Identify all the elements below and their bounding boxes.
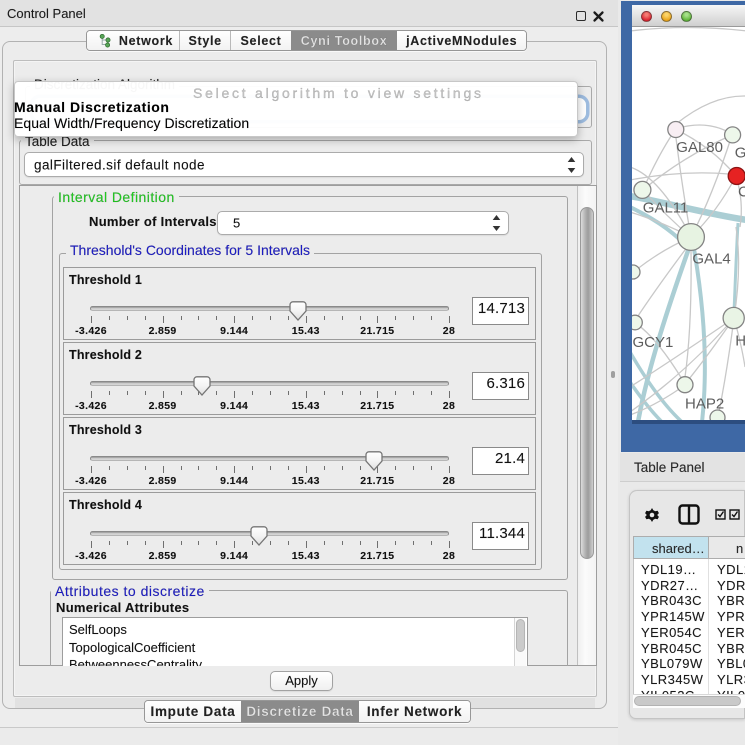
svg-text:GAL4: GAL4	[692, 251, 730, 268]
svg-text:GCY1: GCY1	[633, 334, 674, 351]
svg-text:GAL11: GAL11	[643, 200, 689, 217]
svg-text:GA: GA	[735, 145, 745, 162]
svg-text:HAP2: HAP2	[685, 396, 724, 413]
svg-text:C: C	[738, 184, 745, 201]
svg-text:HA: HA	[735, 333, 745, 350]
svg-text:GAL80: GAL80	[676, 139, 723, 156]
